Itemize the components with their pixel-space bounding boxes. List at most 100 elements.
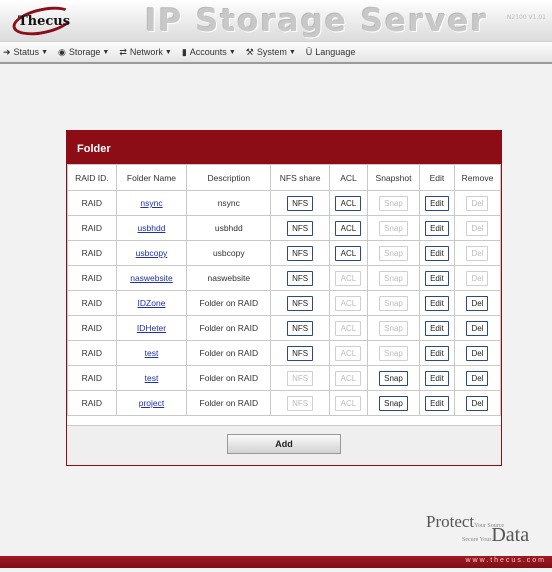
menu-accounts[interactable]: ▮ Accounts ▼: [182, 47, 236, 58]
description-cell: Folder on RAID: [186, 390, 272, 416]
raid-id-cell: RAID: [67, 365, 117, 391]
edit-button[interactable]: Edit: [425, 345, 449, 361]
remove-cell: Del: [453, 290, 502, 316]
raid-id-cell: RAID: [67, 390, 117, 416]
chevron-down-icon: ▼: [102, 48, 110, 56]
folder-name-link-cell[interactable]: test: [115, 365, 188, 391]
nfs-cell: NFS: [270, 265, 330, 291]
edit-cell: Edit: [419, 190, 455, 216]
secure-small: Secure Your: [462, 537, 492, 543]
raid-id-cell: RAID: [67, 290, 117, 316]
snapshot-button: Snap: [379, 245, 408, 261]
remove-button[interactable]: Del: [466, 395, 489, 411]
chevron-down-icon: ▼: [288, 48, 296, 56]
edit-cell: Edit: [419, 215, 455, 241]
folder-name-link-cell[interactable]: project: [115, 390, 188, 416]
remove-button[interactable]: Del: [466, 320, 489, 336]
table-row: RAID IDZone Folder on RAID NFS ACL Snap Edit De…: [67, 290, 502, 316]
acl-button[interactable]: ACL: [335, 220, 362, 236]
model-label: N2100 V1.01: [506, 14, 546, 21]
nfs-button[interactable]: NFS: [287, 320, 314, 336]
thecus-logo[interactable]: Thecus: [8, 1, 80, 41]
menu-network[interactable]: ⇄ Network ▼: [119, 47, 172, 58]
col-raid-id: RAID ID.: [67, 164, 117, 191]
acl-button: ACL: [335, 370, 362, 386]
edit-cell: Edit: [419, 265, 455, 291]
acl-cell: ACL: [328, 390, 368, 416]
menu-status[interactable]: ➜ Status ▼: [3, 47, 48, 58]
chevron-down-icon: ▼: [41, 48, 48, 56]
edit-button[interactable]: Edit: [425, 195, 449, 211]
menu-network-label: Network: [129, 47, 163, 57]
folder-name-link-cell[interactable]: usbcopy: [115, 240, 188, 266]
remove-button[interactable]: Del: [466, 370, 489, 386]
acl-cell: ACL: [328, 315, 368, 341]
snapshot-button: Snap: [379, 295, 408, 311]
folder-name-link-cell[interactable]: naswebsite: [115, 265, 188, 291]
edit-button[interactable]: Edit: [425, 295, 449, 311]
chevron-down-icon: ▼: [164, 48, 172, 56]
folder-name-link-cell[interactable]: test: [115, 340, 188, 366]
menu-system[interactable]: ⚒ System ▼: [246, 47, 296, 58]
menu-language[interactable]: Ü Language: [306, 47, 356, 57]
nfs-button[interactable]: NFS: [287, 245, 314, 261]
folder-name-link-cell[interactable]: nsync: [115, 190, 188, 216]
nfs-button[interactable]: NFS: [287, 220, 314, 236]
edit-button[interactable]: Edit: [425, 270, 449, 286]
network-icon: ⇄: [119, 46, 127, 57]
folder-name-link-cell[interactable]: IDZone: [115, 290, 188, 316]
snapshot-button: Snap: [379, 195, 408, 211]
header: Thecus IP Storage Server N2100 V1.01: [0, 0, 552, 42]
edit-button[interactable]: Edit: [425, 395, 449, 411]
folder-name-link-cell[interactable]: usbhdd: [115, 215, 188, 241]
acl-button[interactable]: ACL: [335, 195, 362, 211]
nfs-button[interactable]: NFS: [287, 195, 314, 211]
remove-cell: Del: [453, 265, 502, 291]
remove-button[interactable]: Del: [466, 345, 489, 361]
raid-id-cell: RAID: [67, 190, 117, 216]
remove-button[interactable]: Del: [466, 295, 489, 311]
description-cell: Folder on RAID: [186, 340, 272, 366]
snapshot-cell: Snap: [366, 240, 421, 266]
language-icon: Ü: [305, 47, 313, 57]
description-cell: naswebsite: [186, 265, 272, 291]
menu-storage[interactable]: ◉ Storage ▼: [58, 47, 109, 58]
description-cell: Folder on RAID: [186, 290, 272, 316]
raid-id-cell: RAID: [67, 265, 117, 291]
edit-button[interactable]: Edit: [425, 370, 449, 386]
nfs-button[interactable]: NFS: [287, 270, 314, 286]
remove-button: Del: [466, 270, 489, 286]
edit-button[interactable]: Edit: [425, 245, 449, 261]
folder-name-link-cell[interactable]: IDHeter: [115, 315, 188, 341]
col-edit: Edit: [419, 164, 455, 191]
table-row: RAID usbcopy usbcopy NFS ACL Snap Edit Del: [67, 240, 502, 266]
acl-button: ACL: [335, 295, 362, 311]
panel-title: Folder: [67, 131, 501, 164]
remove-cell: Del: [453, 365, 502, 391]
table-row: RAID naswebsite naswebsite NFS ACL Snap Edit De…: [67, 265, 502, 291]
menu-language-label: Language: [315, 47, 356, 57]
footer-bar: www.thecus.com: [0, 556, 552, 568]
acl-cell: ACL: [328, 340, 368, 366]
disc-icon: ◉: [58, 46, 66, 57]
acl-button: ACL: [335, 345, 362, 361]
menu-accounts-label: Accounts: [189, 47, 227, 57]
edit-cell: Edit: [419, 240, 455, 266]
raid-id-cell: RAID: [67, 340, 117, 366]
acl-button[interactable]: ACL: [335, 245, 362, 261]
description-cell: Folder on RAID: [186, 365, 272, 391]
acl-cell: ACL: [328, 240, 368, 266]
edit-button[interactable]: Edit: [425, 320, 449, 336]
snapshot-cell: Snap: [366, 390, 421, 416]
snapshot-button[interactable]: Snap: [379, 395, 408, 411]
nfs-cell: NFS: [270, 190, 330, 216]
snapshot-button[interactable]: Snap: [379, 370, 408, 386]
add-button[interactable]: Add: [227, 434, 341, 454]
edit-button[interactable]: Edit: [425, 220, 449, 236]
footer-url[interactable]: www.thecus.com: [465, 557, 546, 564]
acl-cell: ACL: [328, 215, 368, 241]
nfs-cell: NFS: [270, 315, 330, 341]
description-cell: nsync: [186, 190, 272, 216]
nfs-button[interactable]: NFS: [287, 295, 314, 311]
nfs-button[interactable]: NFS: [287, 345, 314, 361]
